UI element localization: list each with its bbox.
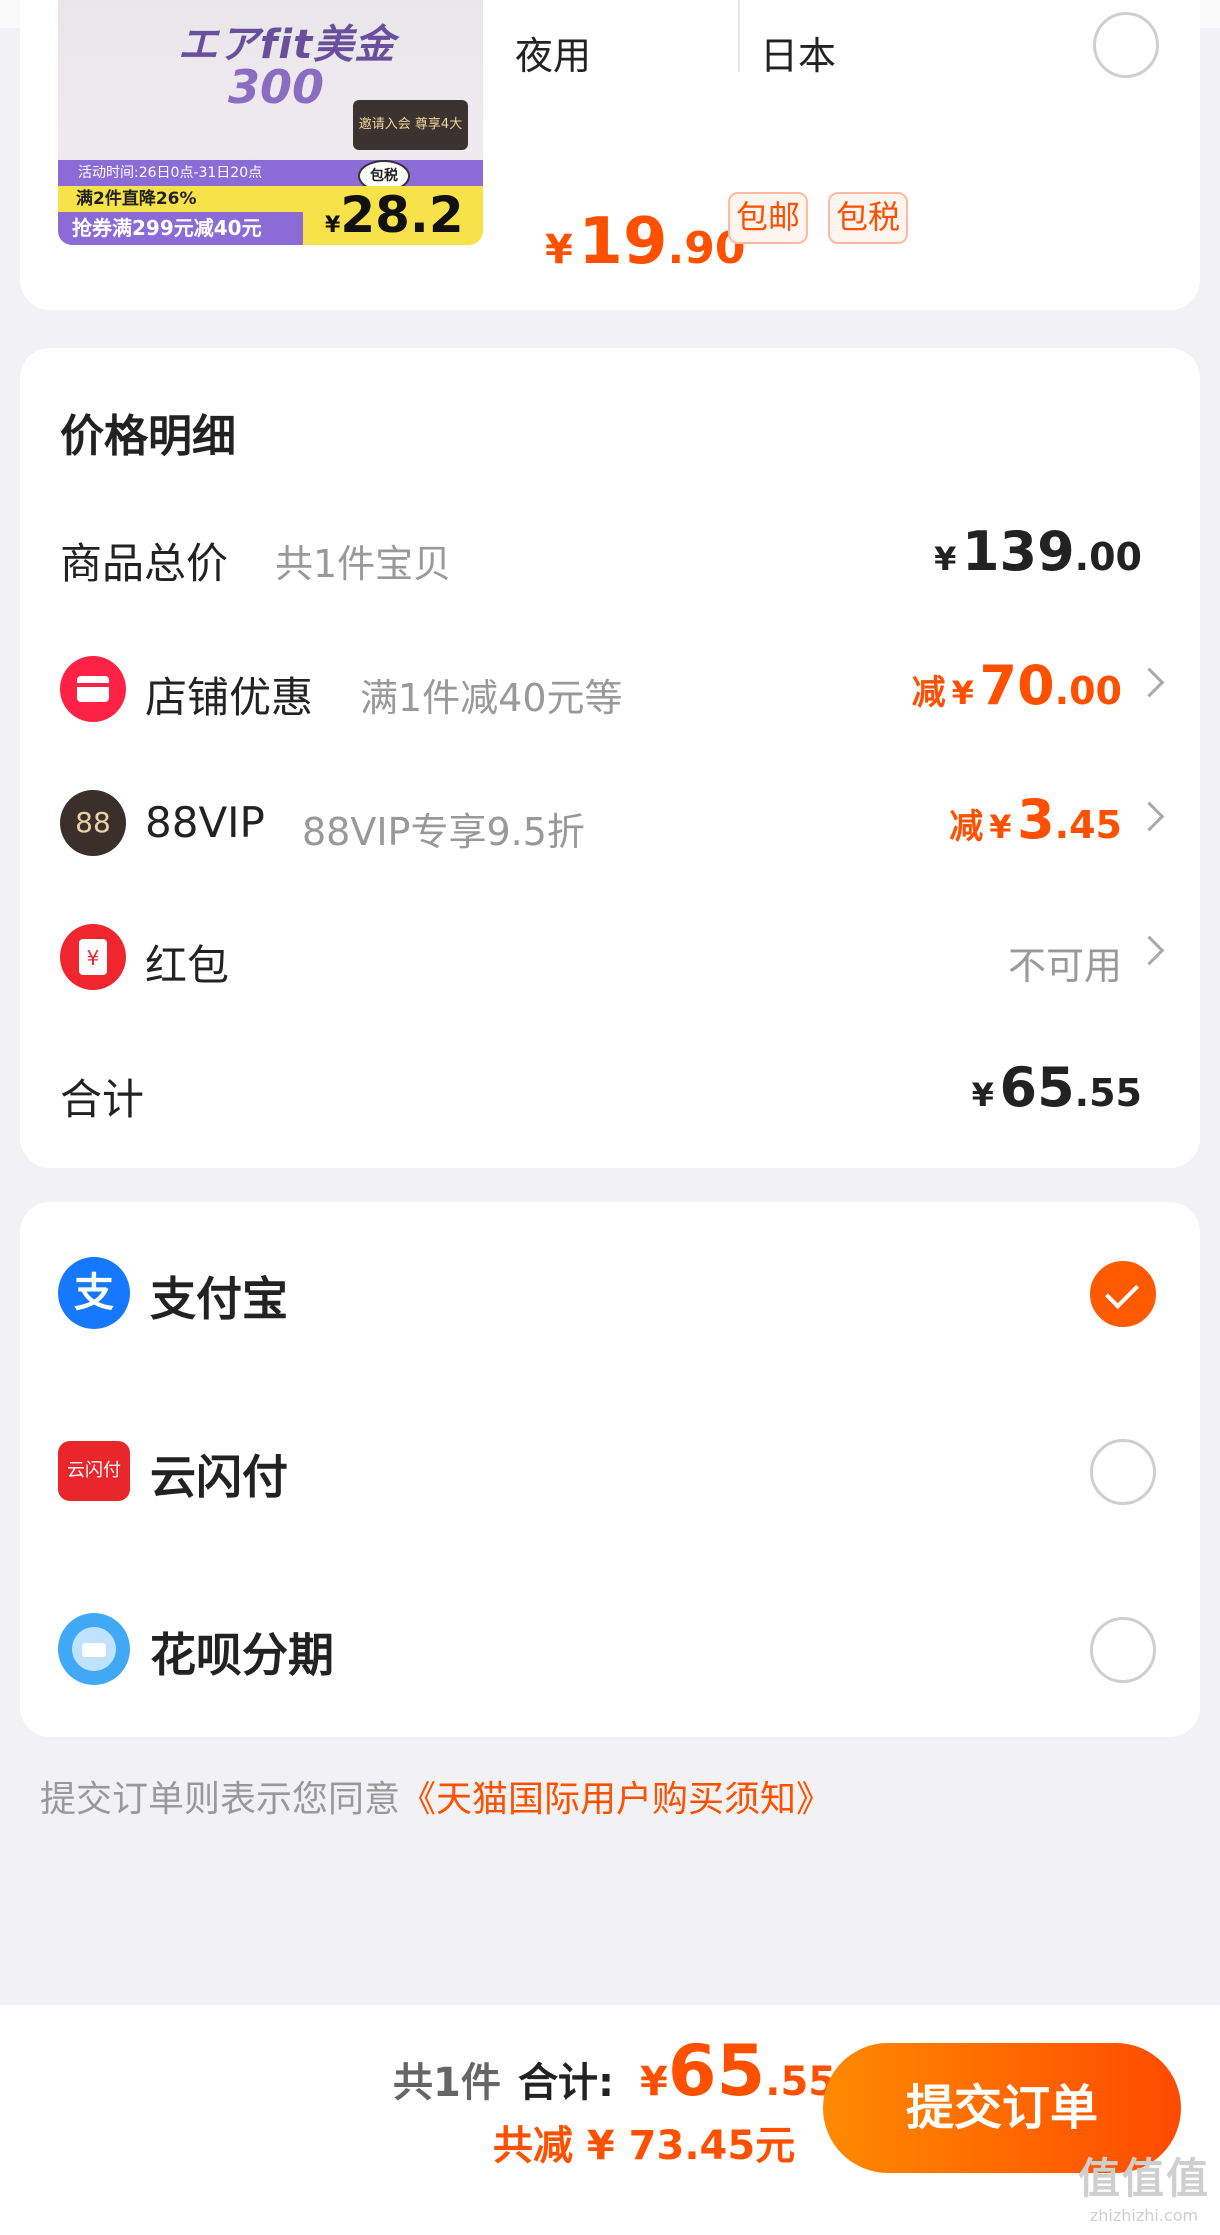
payment-option-unionpay[interactable]: 云闪付 云闪付 <box>20 1415 1200 1525</box>
tax-included-tag: 包税 <box>828 192 909 244</box>
chevron-right-icon <box>1134 935 1165 966</box>
payment-radio[interactable] <box>1090 1439 1156 1505</box>
product-select-radio[interactable] <box>1093 12 1159 78</box>
promo-discount-strip: 满2件直降26% <box>58 186 303 212</box>
alipay-icon: 支 <box>58 1257 130 1329</box>
product-image[interactable]: エアfit美金 300 邀请入会 尊享4大权益 活动时间:26日0点-31日20… <box>58 0 483 245</box>
total-saved: 共减 ¥ 73.45元 <box>493 2123 796 2169</box>
spec-divider <box>738 0 740 72</box>
shop-discount-value: 减 ¥ 70.00 <box>911 654 1122 717</box>
sum-value: ¥ 65.55 <box>971 1056 1142 1119</box>
product-price: ¥ 19.90 <box>545 205 746 279</box>
payment-option-alipay[interactable]: 支 支付宝 <box>20 1237 1200 1347</box>
product-card: エアfit美金 300 邀请入会 尊享4大权益 活动时间:26日0点-31日20… <box>20 0 1200 310</box>
vip-discount-label: 88VIP <box>145 798 265 847</box>
promo-coupon-strip: 抢券满299元减40元 <box>58 212 303 245</box>
payment-method-card: 支 支付宝 云闪付 云闪付 花呗分期 <box>20 1202 1200 1737</box>
image-price-tag: ¥28.2 <box>303 186 483 245</box>
gift-box-label: 邀请入会 尊享4大权益 <box>353 100 468 182</box>
total-price-label: 商品总价 <box>60 539 229 588</box>
red-packet-label: 红包 <box>145 941 230 990</box>
promo-time-strip: 活动时间:26日0点-31日20点 <box>58 160 483 186</box>
total-price-row: 商品总价 共1件宝贝 ¥ 139.00 <box>20 510 1200 600</box>
shop-discount-desc: 满1件减40元等 <box>360 676 623 720</box>
product-count-text: 300 <box>228 60 325 114</box>
red-packet-status: 不可用 <box>1007 944 1122 988</box>
sum-label: 合计 <box>60 1075 145 1124</box>
total-price-value: ¥ 139.00 <box>934 520 1142 583</box>
red-packet-icon: ¥ <box>60 924 126 990</box>
agreement-text: 提交订单则表示您同意《天猫国际用户购买须知》 <box>40 1779 833 1820</box>
total-amount: ¥65.55 <box>640 2030 837 2112</box>
shop-discount-icon <box>60 656 126 722</box>
red-packet-row[interactable]: ¥ 红包 不可用 <box>20 912 1200 1002</box>
payment-label: 支付宝 <box>150 1272 288 1326</box>
shop-discount-row[interactable]: 店铺优惠 满1件减40元等 减 ¥ 70.00 <box>20 644 1200 734</box>
total-price-count: 共1件宝贝 <box>275 542 452 586</box>
payment-option-huabei[interactable]: 花呗分期 <box>20 1593 1200 1703</box>
unionpay-quickpass-icon: 云闪付 <box>58 1441 130 1501</box>
chevron-right-icon <box>1134 667 1165 698</box>
huabei-icon <box>58 1613 130 1685</box>
spec-type: 夜用 <box>515 34 592 78</box>
payment-label: 云闪付 <box>150 1450 288 1504</box>
vip-discount-desc: 88VIP专享9.5折 <box>302 810 585 854</box>
svg-text:¥: ¥ <box>87 946 100 970</box>
vip-discount-value: 减 ¥ 3.45 <box>949 788 1122 851</box>
sum-row: 合计 ¥ 65.55 <box>20 1046 1200 1136</box>
payment-radio-selected[interactable] <box>1090 1261 1156 1327</box>
vip-discount-row[interactable]: 88 88VIP 88VIP专享9.5折 减 ¥ 3.45 <box>20 778 1200 868</box>
shop-discount-label: 店铺优惠 <box>145 673 314 722</box>
chevron-right-icon <box>1134 801 1165 832</box>
payment-label: 花呗分期 <box>150 1628 334 1682</box>
price-detail-card: 价格明细 商品总价 共1件宝贝 ¥ 139.00 店铺优惠 满1件减40元等 减… <box>20 348 1200 1168</box>
agreement-link[interactable]: 《天猫国际用户购买须知》 <box>400 1779 832 1820</box>
free-shipping-tag: 包邮 <box>728 192 809 244</box>
spec-origin: 日本 <box>760 34 837 78</box>
checkout-bar: 共1件 合计: ¥65.55 共减 ¥ 73.45元 提交订单 值值值 zhiz… <box>0 2005 1220 2235</box>
price-detail-title: 价格明细 <box>60 411 236 462</box>
total-label: 合计: <box>518 2060 614 2106</box>
watermark: 值值值 zhizhizhi.com <box>1077 2154 1210 2225</box>
vip-88-icon: 88 <box>60 790 126 856</box>
item-count: 共1件 <box>393 2060 501 2106</box>
payment-radio[interactable] <box>1090 1617 1156 1683</box>
